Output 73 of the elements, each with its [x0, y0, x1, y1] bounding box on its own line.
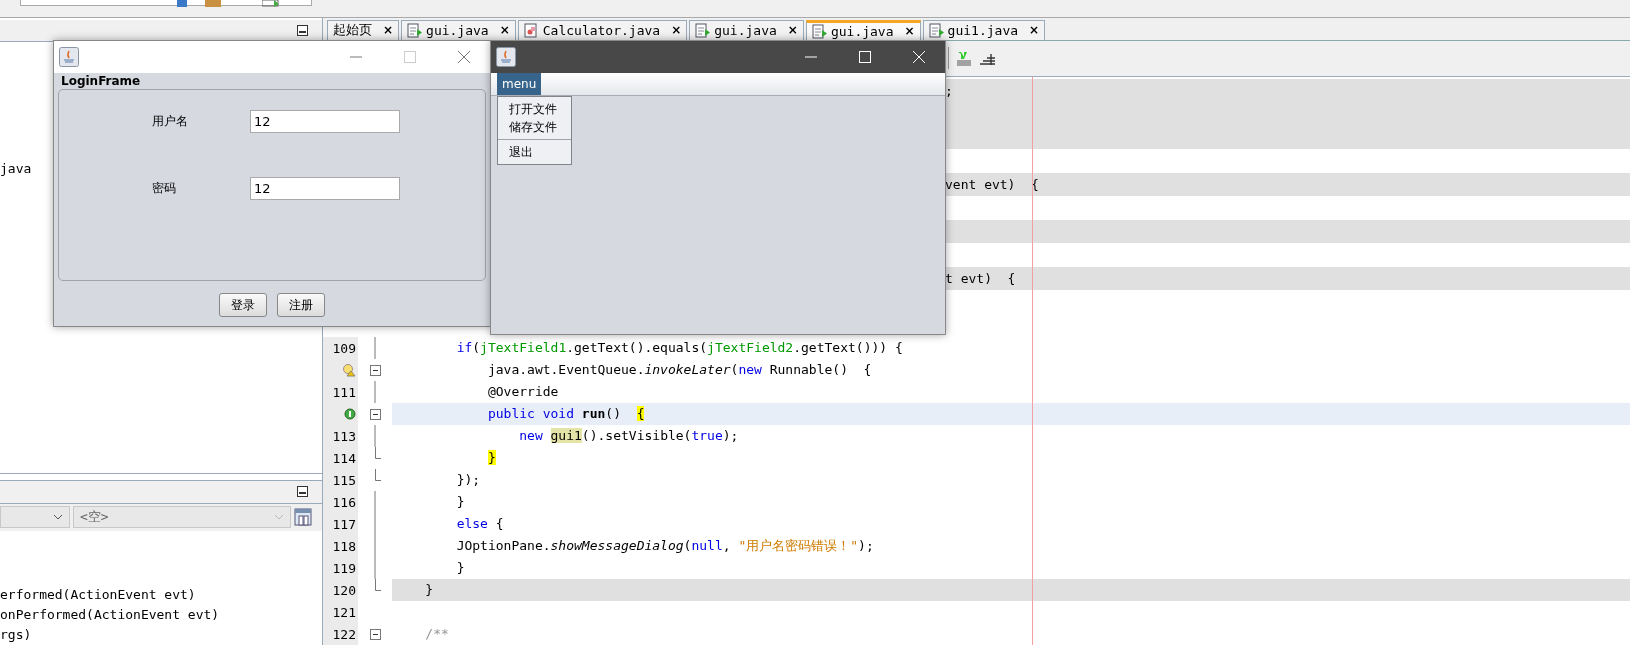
- menu-item[interactable]: menu: [497, 73, 542, 95]
- editor-tab[interactable]: Calculator.java ×: [517, 19, 688, 40]
- code-line: });: [455, 471, 482, 489]
- code-text: vent evt) {: [945, 176, 1039, 192]
- fold-icon[interactable]: [369, 364, 381, 376]
- code-text: ;: [945, 82, 953, 98]
- code-line: java.awt.EventQueue.invokeLater(new Runnable() {: [486, 361, 873, 379]
- dialog-button[interactable]: 注册: [277, 293, 325, 317]
- code-text: t evt) {: [945, 270, 1016, 286]
- input-field[interactable]: 12: [250, 110, 400, 133]
- java-file-icon: [407, 22, 424, 38]
- close-icon[interactable]: ×: [499, 23, 510, 38]
- menu-item[interactable]: 打开文件: [498, 100, 571, 118]
- code-line: else {: [455, 515, 505, 533]
- fold-icon[interactable]: [369, 408, 381, 420]
- close-icon[interactable]: ×: [904, 24, 915, 39]
- line-number: 120: [332, 582, 356, 598]
- line-number: 122: [332, 626, 356, 642]
- line-number: 113: [332, 428, 356, 444]
- code-line: @Override: [486, 383, 560, 401]
- close-icon[interactable]: ×: [383, 23, 394, 38]
- close-icon[interactable]: ×: [1029, 23, 1040, 38]
- member-item[interactable]: onPerformed(ActionEvent evt): [0, 605, 322, 625]
- java-file-icon: [811, 23, 828, 39]
- java-file-icon: [928, 22, 945, 38]
- code-line: /**: [424, 625, 450, 643]
- member-item[interactable]: rgs): [0, 625, 322, 645]
- code-line: new gui1().setVisible(true);: [518, 427, 740, 445]
- field-label: 用户名: [152, 113, 189, 130]
- menu-item[interactable]: 储存文件: [498, 118, 571, 136]
- editor-tab[interactable]: 起始页 ×: [327, 19, 400, 40]
- line-number: 111: [332, 384, 356, 400]
- code-line: }: [455, 559, 466, 577]
- field-label: 密码: [152, 180, 177, 197]
- line-number: 118: [332, 538, 356, 554]
- line-number: 119: [332, 560, 356, 576]
- line-number: 117: [332, 516, 356, 532]
- form-file-icon: [523, 22, 540, 38]
- code-line: JOptionPane.showMessageDialog(null, "用户名密码错误！");: [455, 537, 875, 555]
- code-line: if(jTextField1.getText().equals(jTextField2.getText())) {: [455, 339, 904, 357]
- lightbulb-warning-icon: [342, 363, 356, 377]
- java-icon: [496, 47, 516, 67]
- java-file-icon: [695, 22, 712, 38]
- minimize-icon[interactable]: [297, 25, 308, 37]
- line-number: 114: [332, 450, 356, 466]
- member-item[interactable]: erformed(ActionEvent evt): [0, 585, 322, 605]
- code-line: }: [455, 493, 466, 511]
- tree-item[interactable]: java: [0, 161, 32, 177]
- toolbar-icon[interactable]: [176, 0, 188, 8]
- group-title: LoginFrame: [60, 73, 142, 89]
- editor-tab[interactable]: gui.java ×: [805, 19, 921, 40]
- window-icon[interactable]: [294, 508, 312, 527]
- filter-dropdown[interactable]: <空>: [73, 506, 291, 529]
- java-icon: [59, 47, 79, 67]
- close-icon[interactable]: [456, 49, 472, 65]
- editor-tab[interactable]: gui.java ×: [401, 19, 516, 40]
- editor-tab[interactable]: gui1.java ×: [922, 19, 1046, 40]
- close-icon[interactable]: ×: [671, 23, 682, 38]
- menu-item[interactable]: 退出: [498, 139, 571, 161]
- chevron-icon: [274, 514, 284, 521]
- chevron-icon: [53, 514, 63, 521]
- editor-tab[interactable]: gui.java ×: [689, 19, 804, 40]
- dialog-button[interactable]: 登录: [219, 293, 267, 317]
- fold-icon[interactable]: [369, 628, 381, 640]
- maximize-icon[interactable]: [857, 49, 873, 65]
- line-number: 109: [332, 340, 356, 356]
- close-icon[interactable]: ×: [787, 23, 798, 38]
- minimize-icon[interactable]: [297, 486, 308, 498]
- line-number: 116: [332, 494, 356, 510]
- implements-icon: [344, 408, 356, 420]
- line-number: 115: [332, 472, 356, 488]
- line-number: 121: [332, 604, 356, 620]
- input-field[interactable]: 12: [250, 177, 400, 200]
